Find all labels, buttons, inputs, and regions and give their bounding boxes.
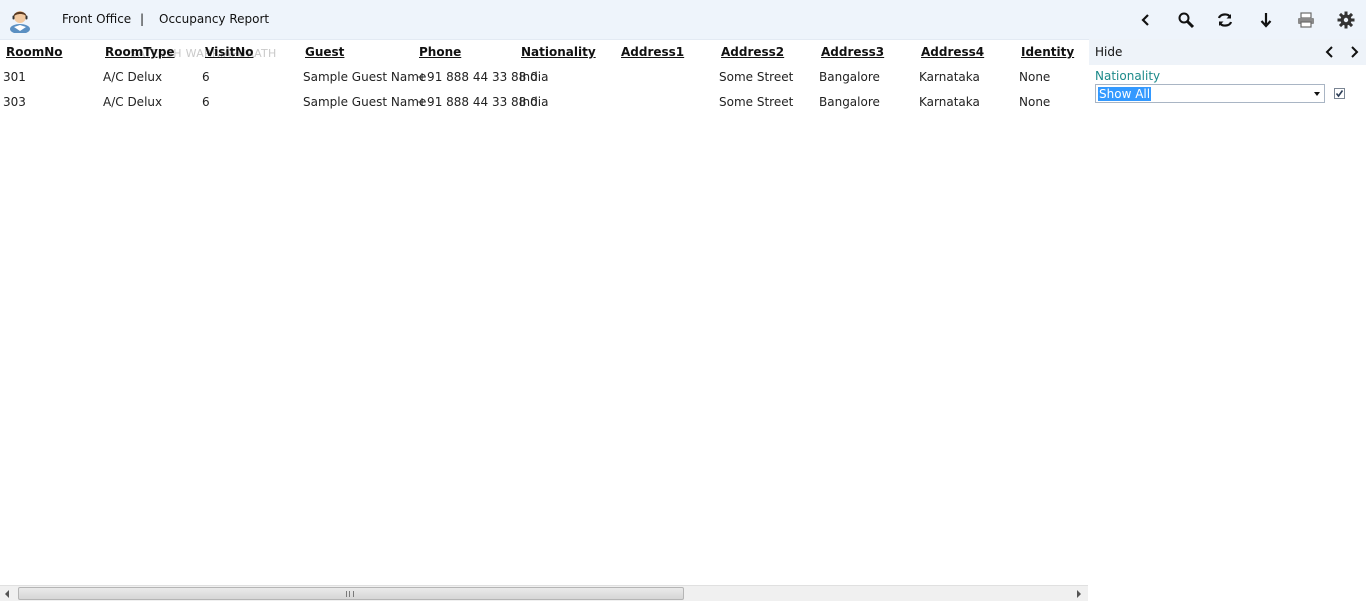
column-header-address4[interactable]: Address4 [921,45,984,59]
nationality-filter-label: Nationality [1095,69,1161,83]
column-header-address1[interactable]: Address1 [621,45,684,59]
filter-panel-header: Hide [1089,39,1366,65]
breadcrumb-separator: | [140,12,145,26]
nationality-filter-select[interactable]: Show All [1095,84,1325,103]
chevron-down-icon[interactable] [1314,92,1320,96]
cell-roomno: 303 [3,95,26,109]
column-header-address3[interactable]: Address3 [821,45,884,59]
gear-icon[interactable] [1335,9,1357,31]
search-icon[interactable] [1175,9,1197,31]
top-bar: Front Office | Occupancy Report [0,0,1366,40]
cell-visitno: 6 [202,95,210,109]
refresh-icon[interactable] [1214,9,1236,31]
filter-panel: Hide Nationality Show All [1089,39,1366,601]
column-header-roomno[interactable]: RoomNo [6,45,63,59]
cell-roomtype: A/C Delux [103,95,163,109]
breadcrumb-report[interactable]: Occupancy Report [159,12,269,26]
back-icon[interactable] [1135,9,1157,31]
user-avatar-icon[interactable] [8,7,32,34]
cell-nationality: India [519,95,549,109]
scroll-left-arrow-icon[interactable] [5,590,9,598]
cell-address2: Some Street [719,70,794,84]
hide-panel-button[interactable]: Hide [1095,45,1122,59]
cell-identity: None [1019,95,1051,109]
column-header-address2[interactable]: Address2 [721,45,784,59]
cell-address3: Bangalore [819,70,880,84]
cell-address2: Some Street [719,95,794,109]
cell-roomno: 301 [3,70,26,84]
cell-guest: Sample Guest Name [303,70,427,84]
column-header-visitno[interactable]: VisitNo [205,45,253,59]
cell-address4: Karnataka [919,70,980,84]
column-header-guest[interactable]: Guest [305,45,344,59]
column-header-phone[interactable]: Phone [419,45,461,59]
download-icon[interactable] [1255,9,1277,31]
cell-address4: Karnataka [919,95,980,109]
chevron-left-icon[interactable] [1322,44,1338,60]
nationality-filter-value: Show All [1098,87,1152,101]
cell-guest: Sample Guest Name [303,95,427,109]
cell-address3: Bangalore [819,95,880,109]
cell-roomtype: A/C Delux [103,70,163,84]
horizontal-scrollbar[interactable] [0,585,1088,601]
grip-icon [346,591,354,597]
scroll-right-arrow-icon[interactable] [1077,590,1081,598]
report-grid: SATEESH WARRIAPURATH RoomNo RoomType Vis… [0,39,1088,585]
cell-nationality: India [519,70,549,84]
breadcrumb-module[interactable]: Front Office [62,12,131,26]
column-header-nationality[interactable]: Nationality [521,45,596,59]
chevron-right-icon[interactable] [1346,44,1362,60]
scrollbar-thumb[interactable] [18,587,684,600]
cell-identity: None [1019,70,1051,84]
column-header-identity[interactable]: Identity [1021,45,1074,59]
print-icon[interactable] [1295,9,1317,31]
cell-visitno: 6 [202,70,210,84]
nationality-filter-checkbox[interactable] [1334,88,1345,99]
column-header-roomtype[interactable]: RoomType [105,45,175,59]
